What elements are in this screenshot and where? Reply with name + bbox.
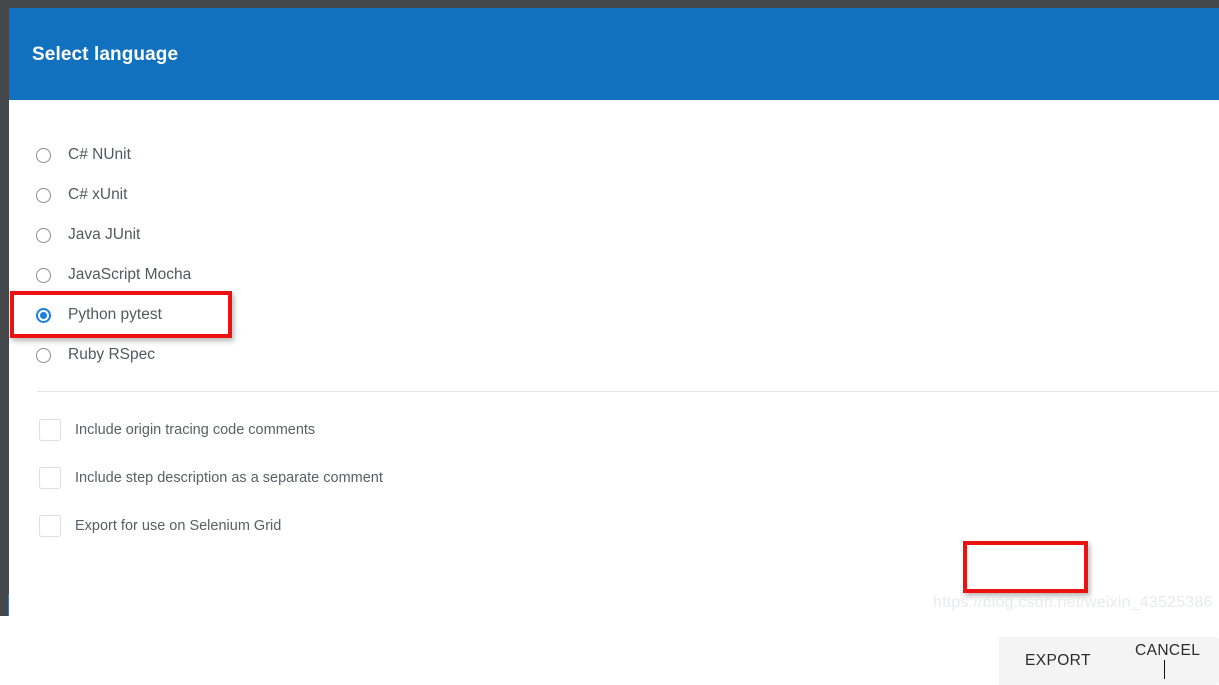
checkbox-include-step-description[interactable]: Include step description as a separate c…: [9, 454, 1219, 502]
dialog-header: Select language: [9, 8, 1219, 100]
radio-option-javascript-mocha[interactable]: JavaScript Mocha: [9, 255, 1219, 295]
radio-circle-icon[interactable]: [36, 347, 51, 363]
window-chrome-left-edge: [0, 0, 9, 616]
checkbox-include-origin-tracing[interactable]: Include origin tracing code comments: [9, 406, 1219, 454]
checkbox-label: Include origin tracing code comments: [75, 422, 316, 438]
checkbox-export-selenium-grid[interactable]: Export for use on Selenium Grid: [9, 502, 1219, 550]
checkbox-square-icon[interactable]: [39, 419, 61, 441]
radio-option-python-pytest[interactable]: Python pytest: [9, 295, 1219, 335]
section-divider: [37, 391, 1218, 392]
watermark-text: https://blog.csdn.net/weixin_43525386: [933, 594, 1213, 611]
dialog-action-bar: EXPORT CANCEL: [999, 637, 1219, 685]
radio-option-java-junit[interactable]: Java JUnit: [9, 215, 1219, 255]
dialog-title: Select language: [32, 44, 179, 65]
radio-label: Python pytest: [68, 306, 162, 323]
cancel-button-label: CANCEL: [1135, 642, 1201, 659]
radio-circle-icon[interactable]: [36, 267, 51, 283]
checkbox-square-icon[interactable]: [39, 467, 61, 489]
radio-option-ruby-rspec[interactable]: Ruby RSpec: [9, 335, 1219, 375]
radio-circle-icon[interactable]: [36, 227, 51, 243]
language-radio-group: C# NUnit C# xUnit Java JUnit JavaScript …: [9, 135, 1219, 375]
export-options-group: Include origin tracing code comments Inc…: [9, 406, 1219, 550]
select-language-dialog: Select language C# NUnit C# xUnit Java J…: [9, 8, 1219, 685]
radio-circle-icon[interactable]: [36, 147, 51, 163]
radio-circle-icon[interactable]: [36, 187, 51, 203]
checkbox-label: Export for use on Selenium Grid: [75, 518, 282, 534]
checkbox-label: Include step description as a separate c…: [75, 470, 383, 486]
cancel-button[interactable]: CANCEL: [1109, 637, 1219, 685]
radio-label: JavaScript Mocha: [68, 266, 192, 283]
text-cursor-caret: [1164, 660, 1165, 679]
window-chrome-top-edge: [0, 0, 1219, 8]
dialog-body: C# NUnit C# xUnit Java JUnit JavaScript …: [9, 100, 1219, 685]
radio-circle-selected-icon[interactable]: [36, 307, 51, 323]
radio-label: Ruby RSpec: [68, 346, 156, 363]
checkbox-square-icon[interactable]: [39, 515, 61, 537]
radio-option-csharp-xunit[interactable]: C# xUnit: [9, 175, 1219, 215]
radio-label: C# NUnit: [68, 146, 131, 163]
radio-label: Java JUnit: [68, 226, 141, 243]
radio-option-csharp-nunit[interactable]: C# NUnit: [9, 135, 1219, 175]
export-button[interactable]: EXPORT: [999, 637, 1109, 685]
radio-label: C# xUnit: [68, 186, 128, 203]
